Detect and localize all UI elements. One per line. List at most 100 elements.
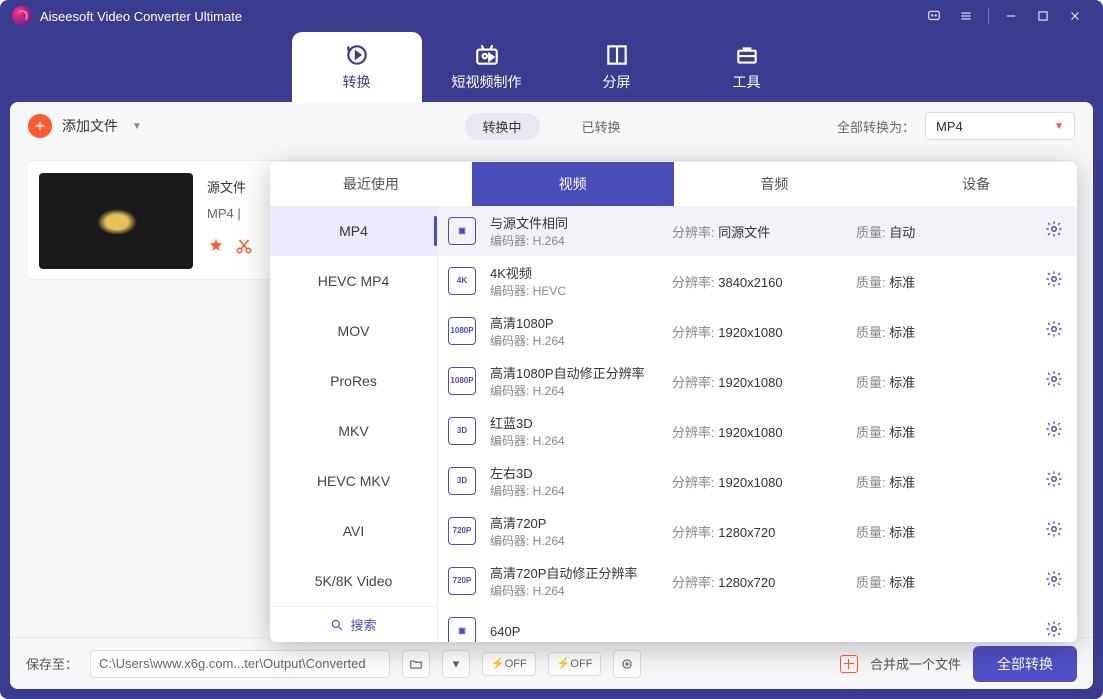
format-preset-row[interactable]: 4K4K视频编码器: HEVC分辨率: 3840x2160质量: 标准 [438, 256, 1077, 306]
preset-quality: 质量: 标准 [856, 472, 1026, 491]
search-icon [330, 618, 344, 632]
format-category-item[interactable]: HEVC MKV [270, 456, 437, 506]
format-category-item[interactable]: HEVC MP4 [270, 256, 437, 306]
path-dropdown-button[interactable]: ▾ [442, 650, 470, 678]
tab-convert-label: 转换 [343, 72, 371, 92]
format-badge-icon: 1080P [448, 317, 476, 345]
output-format-select[interactable]: MP4 ▼ [925, 112, 1075, 140]
preset-quality: 质量: 标准 [856, 522, 1026, 541]
preset-resolution: 分辨率: 1280x720 [672, 572, 842, 591]
tab-converted[interactable]: 已转换 [564, 113, 639, 140]
preset-encoder: 编码器: H.264 [490, 482, 658, 499]
tab-split[interactable]: 分屏 [552, 32, 682, 102]
preset-encoder: 编码器: H.264 [490, 232, 658, 249]
tab-convert[interactable]: 转换 [292, 32, 422, 102]
video-thumbnail[interactable] [39, 173, 193, 269]
preset-quality: 质量: 标准 [856, 422, 1026, 441]
add-files-button[interactable]: + 添加文件 ▼ [28, 114, 142, 138]
format-category-item[interactable]: MOV [270, 306, 437, 356]
preset-title: 高清720P [490, 513, 658, 532]
preset-title: 与源文件相同 [490, 213, 658, 232]
gpu-chip[interactable]: ⚡OFF [482, 652, 536, 676]
preset-title: 红蓝3D [490, 413, 658, 432]
preset-settings-button[interactable] [1045, 320, 1063, 343]
preset-settings-button[interactable] [1045, 420, 1063, 443]
preset-encoder: 编码器: H.264 [490, 432, 658, 449]
format-preset-row[interactable]: 720P高清720P编码器: H.264分辨率: 1280x720质量: 标准 [438, 506, 1077, 556]
format-badge-icon: 720P [448, 517, 476, 545]
preset-resolution: 分辨率: 3840x2160 [672, 272, 842, 291]
preset-resolution: 分辨率: 1920x1080 [672, 372, 842, 391]
format-category-item[interactable]: ProRes [270, 356, 437, 406]
format-category-item[interactable]: MP4 [270, 206, 437, 256]
popover-tab-device[interactable]: 设备 [875, 162, 1077, 206]
browse-folder-button[interactable] [402, 650, 430, 678]
cut-icon[interactable] [235, 237, 253, 255]
popover-tab-recent[interactable]: 最近使用 [270, 162, 472, 206]
tab-shortvideo[interactable]: 短视频制作 [422, 32, 552, 102]
preset-encoder: 编码器: H.264 [490, 582, 658, 599]
preset-settings-button[interactable] [1045, 220, 1063, 243]
format-badge-icon: ▣ [448, 617, 476, 642]
menu-icon[interactable] [950, 4, 982, 28]
high-speed-chip[interactable]: ⚡OFF [548, 652, 602, 676]
titlebar-divider [988, 8, 989, 24]
preset-resolution: 分辨率: 1280x720 [672, 522, 842, 541]
format-category-item[interactable]: MKV [270, 406, 437, 456]
preset-settings-button[interactable] [1045, 470, 1063, 493]
format-category-item[interactable]: AVI [270, 506, 437, 556]
tab-shortvideo-label: 短视频制作 [452, 72, 522, 92]
tab-split-label: 分屏 [603, 72, 631, 92]
search-label: 搜索 [350, 615, 376, 634]
popover-tab-video[interactable]: 视频 [472, 162, 674, 206]
preset-resolution: 分辨率: 同源文件 [672, 222, 842, 241]
preset-resolution: 分辨率: 1920x1080 [672, 322, 842, 341]
preset-resolution: 分辨率: 1920x1080 [672, 472, 842, 491]
minimize-icon[interactable] [995, 4, 1027, 28]
convert-all-button[interactable]: 全部转换 [973, 646, 1077, 682]
popover-tab-audio[interactable]: 音频 [674, 162, 876, 206]
format-preset-row[interactable]: ▣与源文件相同编码器: H.264分辨率: 同源文件质量: 自动 [438, 206, 1077, 256]
preset-title: 640P [490, 624, 658, 639]
format-preset-row[interactable]: 3D左右3D编码器: H.264分辨率: 1920x1080质量: 标准 [438, 456, 1077, 506]
merge-icon[interactable] [840, 655, 858, 673]
preset-settings-button[interactable] [1045, 570, 1063, 593]
format-category-item[interactable]: 5K/8K Video [270, 556, 437, 606]
save-to-label: 保存至： [26, 654, 78, 673]
convert-all-to-label: 全部转换为： [837, 117, 915, 136]
format-preset-row[interactable]: 1080P高清1080P自动修正分辨率编码器: H.264分辨率: 1920x1… [438, 356, 1077, 406]
preset-settings-button[interactable] [1045, 520, 1063, 543]
app-logo [12, 6, 32, 26]
output-path-value: C:\Users\www.x6g.com...ter\Output\Conver… [99, 656, 366, 671]
format-preset-row[interactable]: ▣ 640P [438, 606, 1077, 642]
preset-settings-button[interactable] [1045, 370, 1063, 393]
effects-icon[interactable] [207, 237, 225, 255]
tab-tools[interactable]: 工具 [682, 32, 812, 102]
format-badge-icon: 1080P [448, 367, 476, 395]
tab-converting[interactable]: 转换中 [464, 113, 539, 140]
maximize-icon[interactable] [1027, 4, 1059, 28]
preset-settings-button[interactable] [1045, 270, 1063, 293]
preset-settings-button[interactable] [1045, 620, 1063, 643]
format-badge-icon: 720P [448, 567, 476, 595]
search-button[interactable]: 搜索 [270, 606, 437, 642]
settings-icon[interactable] [613, 650, 641, 678]
close-icon[interactable] [1059, 4, 1091, 28]
output-format-value: MP4 [936, 119, 963, 134]
format-badge-icon: ▣ [448, 217, 476, 245]
format-preset-row[interactable]: 720P高清720P自动修正分辨率编码器: H.264分辨率: 1280x720… [438, 556, 1077, 606]
feedback-icon[interactable] [918, 4, 950, 28]
format-preset-row[interactable]: 3D红蓝3D编码器: H.264分辨率: 1920x1080质量: 标准 [438, 406, 1077, 456]
preset-quality: 质量: 标准 [856, 372, 1026, 391]
output-path-field[interactable]: C:\Users\www.x6g.com...ter\Output\Conver… [90, 650, 390, 678]
plus-icon: + [28, 114, 52, 138]
format-preset-row[interactable]: 1080P高清1080P编码器: H.264分辨率: 1920x1080质量: … [438, 306, 1077, 356]
format-badge-icon: 3D [448, 467, 476, 495]
chevron-down-icon: ▼ [1054, 121, 1064, 132]
preset-quality: 质量: 标准 [856, 272, 1026, 291]
merge-label: 合并成一个文件 [870, 654, 961, 673]
preset-title: 4K视频 [490, 263, 658, 282]
format-popover: 最近使用 视频 音频 设备 MP4HEVC MP4MOVProResMKVHEV… [270, 162, 1077, 642]
chevron-down-icon: ▼ [132, 121, 142, 132]
format-badge-icon: 4K [448, 267, 476, 295]
